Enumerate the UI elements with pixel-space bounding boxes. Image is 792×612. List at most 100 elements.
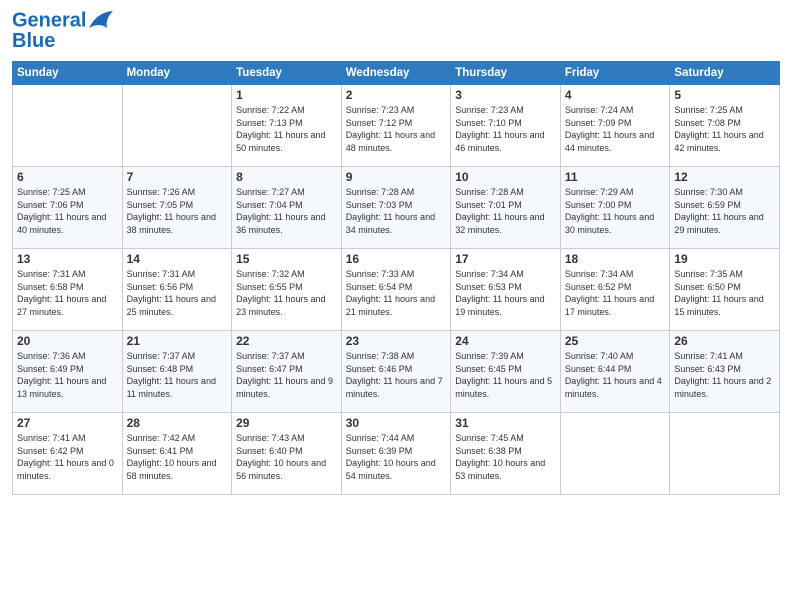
week-row-2: 6 Sunrise: 7:25 AM Sunset: 7:06 PM Daylig… (13, 167, 780, 249)
day-info: Sunrise: 7:24 AM Sunset: 7:09 PM Dayligh… (565, 104, 666, 154)
day-number: 19 (674, 252, 775, 266)
cell-week5-day3: 30 Sunrise: 7:44 AM Sunset: 6:39 PM Dayli… (341, 413, 451, 495)
cell-week1-day1 (122, 85, 232, 167)
day-number: 25 (565, 334, 666, 348)
day-number: 28 (127, 416, 228, 430)
day-number: 6 (17, 170, 118, 184)
cell-week2-day2: 8Sunrise: 7:27 AM Sunset: 7:04 PM Daylig… (232, 167, 342, 249)
cell-week3-day6: 19 Sunrise: 7:35 AM Sunset: 6:50 PM Dayli… (670, 249, 780, 331)
day-info: Sunrise: 7:41 AM Sunset: 6:43 PM Dayligh… (674, 350, 775, 400)
logo-general-text: General (12, 9, 86, 31)
cell-week1-day3: 2 Sunrise: 7:23 AM Sunset: 7:12 PM Daylig… (341, 85, 451, 167)
day-number: 3 (455, 88, 556, 102)
day-number: 5 (674, 88, 775, 102)
day-number: 15 (236, 252, 337, 266)
day-info: Sunrise: 7:22 AM Sunset: 7:13 PM Dayligh… (236, 104, 337, 154)
cell-week3-day1: 14 Sunrise: 7:31 AM Sunset: 6:56 PM Dayli… (122, 249, 232, 331)
day-number: 8 (236, 170, 337, 184)
header-row: SundayMondayTuesdayWednesdayThursdayFrid… (13, 62, 780, 85)
day-info: Sunrise: 7:45 AM Sunset: 6:38 PM Dayligh… (455, 432, 556, 482)
cell-week2-day1: 7 Sunrise: 7:26 AM Sunset: 7:05 PM Daylig… (122, 167, 232, 249)
day-info: Sunrise: 7:41 AM Sunset: 6:42 PM Dayligh… (17, 432, 118, 482)
cell-week2-day6: 12Sunrise: 7:30 AM Sunset: 6:59 PM Dayli… (670, 167, 780, 249)
day-info: Sunrise: 7:29 AM Sunset: 7:00 PM Dayligh… (565, 186, 666, 236)
header: General Blue (12, 10, 780, 53)
day-number: 16 (346, 252, 447, 266)
cell-week1-day2: 1 Sunrise: 7:22 AM Sunset: 7:13 PM Daylig… (232, 85, 342, 167)
col-header-thursday: Thursday (451, 62, 561, 85)
day-info: Sunrise: 7:31 AM Sunset: 6:56 PM Dayligh… (127, 268, 228, 318)
cell-week3-day0: 13Sunrise: 7:31 AM Sunset: 6:58 PM Dayli… (13, 249, 123, 331)
day-info: Sunrise: 7:23 AM Sunset: 7:12 PM Dayligh… (346, 104, 447, 154)
day-info: Sunrise: 7:28 AM Sunset: 7:01 PM Dayligh… (455, 186, 556, 236)
day-number: 9 (346, 170, 447, 184)
day-number: 30 (346, 416, 447, 430)
day-number: 14 (127, 252, 228, 266)
day-info: Sunrise: 7:38 AM Sunset: 6:46 PM Dayligh… (346, 350, 447, 400)
col-header-tuesday: Tuesday (232, 62, 342, 85)
week-row-5: 27Sunrise: 7:41 AM Sunset: 6:42 PM Dayli… (13, 413, 780, 495)
cell-week5-day5 (560, 413, 670, 495)
col-header-sunday: Sunday (13, 62, 123, 85)
cell-week4-day1: 21 Sunrise: 7:37 AM Sunset: 6:48 PM Dayli… (122, 331, 232, 413)
day-info: Sunrise: 7:30 AM Sunset: 6:59 PM Dayligh… (674, 186, 775, 236)
logo: General Blue (12, 10, 116, 53)
cell-week5-day0: 27Sunrise: 7:41 AM Sunset: 6:42 PM Dayli… (13, 413, 123, 495)
cell-week4-day0: 20 Sunrise: 7:36 AM Sunset: 6:49 PM Dayli… (13, 331, 123, 413)
day-number: 24 (455, 334, 556, 348)
day-info: Sunrise: 7:37 AM Sunset: 6:47 PM Dayligh… (236, 350, 337, 400)
col-header-saturday: Saturday (670, 62, 780, 85)
day-info: Sunrise: 7:44 AM Sunset: 6:39 PM Dayligh… (346, 432, 447, 482)
day-info: Sunrise: 7:42 AM Sunset: 6:41 PM Dayligh… (127, 432, 228, 482)
cell-week4-day2: 22 Sunrise: 7:37 AM Sunset: 6:47 PM Dayli… (232, 331, 342, 413)
day-info: Sunrise: 7:34 AM Sunset: 6:52 PM Dayligh… (565, 268, 666, 318)
cell-week4-day6: 26Sunrise: 7:41 AM Sunset: 6:43 PM Dayli… (670, 331, 780, 413)
cell-week3-day4: 17 Sunrise: 7:34 AM Sunset: 6:53 PM Dayli… (451, 249, 561, 331)
day-number: 17 (455, 252, 556, 266)
day-number: 29 (236, 416, 337, 430)
day-number: 20 (17, 334, 118, 348)
day-number: 13 (17, 252, 118, 266)
cell-week2-day0: 6 Sunrise: 7:25 AM Sunset: 7:06 PM Daylig… (13, 167, 123, 249)
day-number: 11 (565, 170, 666, 184)
day-number: 10 (455, 170, 556, 184)
day-number: 1 (236, 88, 337, 102)
day-number: 21 (127, 334, 228, 348)
col-header-wednesday: Wednesday (341, 62, 451, 85)
logo-blue-text: Blue (12, 30, 116, 53)
day-number: 18 (565, 252, 666, 266)
day-info: Sunrise: 7:36 AM Sunset: 6:49 PM Dayligh… (17, 350, 118, 400)
week-row-4: 20 Sunrise: 7:36 AM Sunset: 6:49 PM Dayli… (13, 331, 780, 413)
day-info: Sunrise: 7:35 AM Sunset: 6:50 PM Dayligh… (674, 268, 775, 318)
day-info: Sunrise: 7:39 AM Sunset: 6:45 PM Dayligh… (455, 350, 556, 400)
day-number: 31 (455, 416, 556, 430)
logo-wing-icon (87, 10, 115, 32)
day-info: Sunrise: 7:34 AM Sunset: 6:53 PM Dayligh… (455, 268, 556, 318)
cell-week2-day5: 11 Sunrise: 7:29 AM Sunset: 7:00 PM Dayli… (560, 167, 670, 249)
calendar-table: SundayMondayTuesdayWednesdayThursdayFrid… (12, 61, 780, 495)
day-info: Sunrise: 7:40 AM Sunset: 6:44 PM Dayligh… (565, 350, 666, 400)
day-info: Sunrise: 7:26 AM Sunset: 7:05 PM Dayligh… (127, 186, 228, 236)
cell-week5-day1: 28 Sunrise: 7:42 AM Sunset: 6:41 PM Dayli… (122, 413, 232, 495)
day-number: 4 (565, 88, 666, 102)
logo-block: General Blue (12, 10, 116, 53)
day-info: Sunrise: 7:33 AM Sunset: 6:54 PM Dayligh… (346, 268, 447, 318)
day-number: 23 (346, 334, 447, 348)
day-number: 7 (127, 170, 228, 184)
cell-week3-day5: 18 Sunrise: 7:34 AM Sunset: 6:52 PM Dayli… (560, 249, 670, 331)
day-info: Sunrise: 7:25 AM Sunset: 7:06 PM Dayligh… (17, 186, 118, 236)
cell-week4-day4: 24 Sunrise: 7:39 AM Sunset: 6:45 PM Dayli… (451, 331, 561, 413)
cell-week4-day3: 23 Sunrise: 7:38 AM Sunset: 6:46 PM Dayli… (341, 331, 451, 413)
day-info: Sunrise: 7:43 AM Sunset: 6:40 PM Dayligh… (236, 432, 337, 482)
day-info: Sunrise: 7:23 AM Sunset: 7:10 PM Dayligh… (455, 104, 556, 154)
calendar-container: General Blue SundayMondayTuesdayWednesda… (0, 0, 792, 612)
day-info: Sunrise: 7:37 AM Sunset: 6:48 PM Dayligh… (127, 350, 228, 400)
day-number: 22 (236, 334, 337, 348)
cell-week3-day3: 16 Sunrise: 7:33 AM Sunset: 6:54 PM Dayli… (341, 249, 451, 331)
week-row-1: 1 Sunrise: 7:22 AM Sunset: 7:13 PM Daylig… (13, 85, 780, 167)
cell-week4-day5: 25 Sunrise: 7:40 AM Sunset: 6:44 PM Dayli… (560, 331, 670, 413)
cell-week5-day2: 29 Sunrise: 7:43 AM Sunset: 6:40 PM Dayli… (232, 413, 342, 495)
day-info: Sunrise: 7:28 AM Sunset: 7:03 PM Dayligh… (346, 186, 447, 236)
day-number: 2 (346, 88, 447, 102)
cell-week3-day2: 15Sunrise: 7:32 AM Sunset: 6:55 PM Dayli… (232, 249, 342, 331)
